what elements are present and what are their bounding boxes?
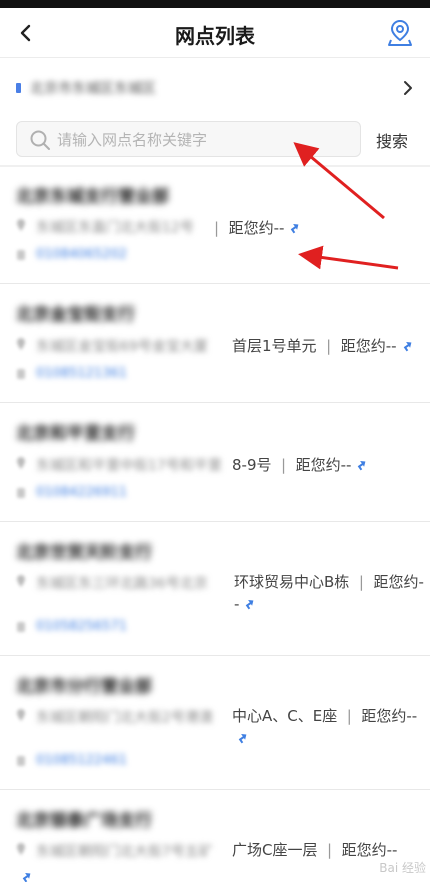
- page-title: 网点列表: [175, 24, 255, 48]
- branch-distance: 距您约--: [228, 219, 285, 237]
- branch-name: 北京银泰广场支行: [16, 811, 152, 831]
- branch-distance: 距您约--: [340, 337, 397, 355]
- branch-address-hidden: 东城区金宝街69号金宝大厦: [36, 339, 208, 355]
- address-tail: 中心A、C、E座: [232, 707, 338, 725]
- branch-item[interactable]: 北京和平里支行 东城区和平里中街17号和平里 8-9号 | 距您约-- 0108…: [0, 404, 430, 522]
- address-tail: 广场C座一层: [232, 841, 318, 859]
- address-tail: 环球贸易中心B栋: [234, 573, 350, 591]
- chevron-right-icon: [400, 78, 416, 98]
- branch-address: | 距您约--: [214, 217, 301, 238]
- phone-icon: [17, 250, 25, 260]
- search-button[interactable]: 搜索: [376, 128, 408, 152]
- branch-item[interactable]: 北京金宝街支行 东城区金宝街69号金宝大厦 首层1号单元 | 距您约-- 010…: [0, 285, 430, 403]
- branch-distance: 距您约--: [341, 841, 398, 859]
- branch-address-hidden: 东城区朝阳门北大街7号五矿: [36, 844, 213, 860]
- branch-phone[interactable]: 01085121361: [36, 366, 127, 381]
- branch-address: 中心A、C、E座 | 距您约--: [232, 705, 424, 749]
- address-separator: |: [317, 841, 342, 859]
- address-separator: |: [349, 573, 374, 591]
- branch-phone[interactable]: 01084226911: [36, 485, 127, 500]
- status-bar: [0, 0, 430, 8]
- branch-address-hidden: 东城区和平里中街17号和平里: [36, 458, 222, 474]
- branch-name: 北京市分行营业部: [16, 677, 152, 697]
- location-pin-icon: [17, 575, 25, 587]
- map-button[interactable]: [386, 18, 414, 48]
- phone-icon: [17, 488, 25, 498]
- branch-phone[interactable]: 01085122461: [36, 753, 127, 768]
- address-separator: |: [337, 707, 362, 725]
- branch-name: 北京世贸天阶支行: [16, 543, 152, 563]
- region-selector[interactable]: 北京市东城区东城区: [0, 62, 430, 114]
- navigate-icon[interactable]: [19, 869, 33, 882]
- phone-icon: [17, 369, 25, 379]
- region-marker: [16, 83, 21, 93]
- address-separator: |: [271, 456, 296, 474]
- branch-distance: 距您约--: [361, 707, 418, 725]
- branch-address: 8-9号 | 距您约--: [232, 454, 368, 475]
- branch-phone[interactable]: 01058256571: [36, 619, 127, 634]
- branch-phone[interactable]: 01084065202: [36, 247, 127, 262]
- branch-address-hidden: 东城区朝阳门北大街2号港澳: [36, 710, 213, 726]
- address-tail: 8-9号: [232, 456, 272, 474]
- branch-item[interactable]: 北京银泰广场支行 东城区朝阳门北大街7号五矿 广场C座一层 | 距您约--: [0, 791, 430, 882]
- branch-name: 北京金宝街支行: [16, 305, 135, 325]
- watermark: Bai 经验: [379, 861, 426, 875]
- location-pin-icon: [17, 709, 25, 721]
- navigate-icon[interactable]: [242, 596, 256, 610]
- region-text: 北京市东城区东城区: [30, 81, 156, 97]
- branch-address-hidden: 东城区东直门北大街12号: [36, 220, 194, 236]
- nav-bar: 网点列表: [0, 8, 430, 58]
- branch-distance: 距您约--: [295, 456, 352, 474]
- branch-item[interactable]: 北京市分行营业部 东城区朝阳门北大街2号港澳 中心A、C、E座 | 距您约-- …: [0, 657, 430, 790]
- location-pin-icon: [17, 843, 25, 855]
- address-separator: |: [316, 337, 341, 355]
- branch-address: 首层1号单元 | 距您约--: [232, 335, 414, 356]
- address-tail: 首层1号单元: [232, 337, 317, 355]
- search-icon: [29, 129, 51, 151]
- phone-icon: [17, 756, 25, 766]
- location-pin-icon: [17, 457, 25, 469]
- search-box[interactable]: [16, 121, 361, 157]
- map-pin-icon: [388, 19, 412, 46]
- location-pin-icon: [17, 338, 25, 350]
- navigate-icon[interactable]: [400, 338, 414, 352]
- branch-name: 北京和平里支行: [16, 424, 135, 444]
- address-separator: |: [214, 219, 229, 237]
- navigate-icon[interactable]: [354, 457, 368, 471]
- phone-icon: [17, 622, 25, 632]
- branch-item[interactable]: 北京东城支行营业部 东城区东直门北大街12号 | 距您约-- 010840652…: [0, 167, 430, 284]
- branch-address: 广场C座一层 | 距您约--: [232, 839, 424, 861]
- search-input[interactable]: [57, 126, 352, 154]
- branch-item[interactable]: 北京世贸天阶支行 东城区东三环北路36号北京 环球贸易中心B栋 | 距您约-- …: [0, 523, 430, 656]
- navigate-icon[interactable]: [287, 220, 301, 234]
- branch-name: 北京东城支行营业部: [16, 187, 169, 207]
- location-pin-icon: [17, 219, 25, 231]
- branch-address: 环球贸易中心B栋 | 距您约--: [234, 571, 424, 615]
- navigate-icon[interactable]: [235, 730, 249, 744]
- branch-address-hidden: 东城区东三环北路36号北京: [36, 576, 208, 592]
